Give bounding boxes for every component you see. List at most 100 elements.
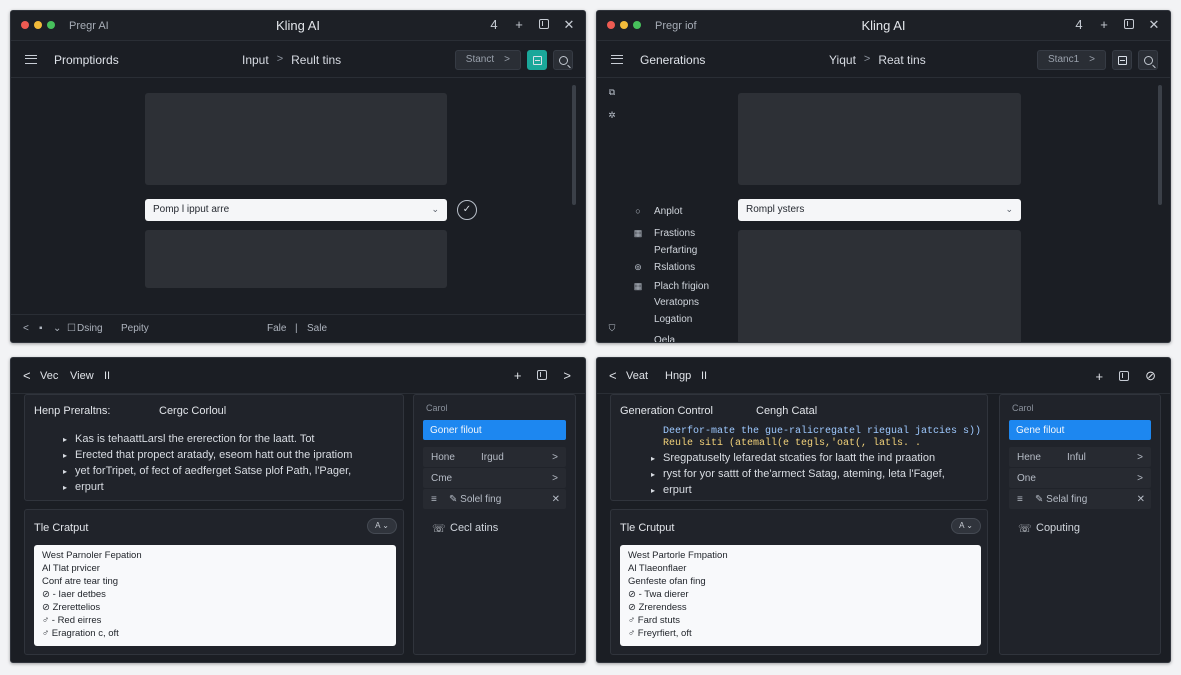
calculations-link[interactable]: Cecl atins [450, 522, 498, 534]
split-view-button[interactable] [538, 17, 550, 31]
control-item-home[interactable]: Hone Irgud > [423, 447, 566, 467]
new-tab-button[interactable]: + [1098, 17, 1110, 31]
breadcrumb-item-results[interactable]: Reat tins [878, 53, 925, 67]
search-button[interactable] [553, 50, 573, 70]
close-icon[interactable]: ✕ [1137, 494, 1145, 505]
tab-count-button[interactable]: 4 [488, 17, 500, 31]
generate-button[interactable]: Goner filout [423, 420, 566, 440]
settings-button[interactable]: ⊘ [1145, 368, 1156, 384]
footer-label-pepity[interactable]: Pepity [121, 323, 149, 334]
menu-item-rslations[interactable]: Rslations [654, 262, 695, 273]
result-placeholder [145, 230, 447, 288]
title-bar: Pregr iof Kling AI 4 + ✕ [597, 11, 1170, 41]
status-dropdown-label: Stanct [465, 54, 495, 65]
control-item-home[interactable]: Hene Inful > [1009, 447, 1151, 467]
control-item-setting[interactable]: ≡ ✎ Selal fing ✕ [1009, 489, 1151, 509]
bullet-line-continued: yet forTripet, of fect of aedferget Sats… [63, 465, 351, 477]
bullet-line: Erected that propect aratady, eseom hatt… [63, 449, 352, 461]
breadcrumb-item-input[interactable]: Input [242, 53, 269, 67]
output-line: ♂ - Red eirres [42, 615, 102, 626]
layout-button[interactable] [1112, 50, 1132, 70]
control-item-setting[interactable]: ≡ ✎ Solel fing ✕ [423, 489, 566, 509]
breadcrumb-item-input[interactable]: Yiqut [829, 53, 856, 67]
menu-item-anplot[interactable]: Anplot [654, 206, 682, 217]
back-chevron-icon[interactable]: < [23, 368, 31, 383]
generate-button[interactable]: Gene filout [1009, 420, 1151, 440]
bullet-line-continued: ryst for yor sattt of the'armect Satag, … [651, 468, 945, 480]
menu-lines-icon: ≡ [431, 494, 437, 505]
close-icon[interactable]: ✕ [552, 494, 560, 505]
preview-placeholder [145, 93, 447, 185]
menu-icon[interactable] [25, 55, 37, 64]
computing-link[interactable]: Coputing [1036, 522, 1080, 534]
layout-icon [532, 55, 542, 65]
checkbox-icon[interactable]: ☐ [67, 323, 76, 334]
scrollbar[interactable] [1158, 85, 1162, 205]
layout-icon [1117, 55, 1127, 65]
circle-icon: ○ [635, 206, 641, 216]
status-dropdown[interactable]: Stanc1 > [1037, 50, 1106, 70]
menu-item-logation[interactable]: Logation [654, 314, 692, 325]
menu-item-frastions[interactable]: Frastions [654, 228, 695, 239]
split-view-button[interactable] [1123, 17, 1135, 31]
item-value: Irgud [481, 452, 504, 463]
nav-bar: Generations Yiqut > Reat tins Stanc1 > [597, 42, 1170, 78]
prompt-input-select[interactable]: Pomp l ipput arre ⌄ [145, 199, 447, 221]
next-button[interactable]: > [563, 368, 571, 383]
layout-button[interactable] [527, 50, 547, 70]
panel-title: Henp Preraltns: [34, 405, 111, 417]
output-line: ⊘ Zrerendess [628, 602, 687, 613]
split-icon [1119, 370, 1130, 381]
chevron-down-icon[interactable]: ⌄ [53, 323, 61, 334]
prompt-input-select[interactable]: Rompl ysters ⌄ [738, 199, 1021, 221]
split-view-button[interactable] [537, 368, 548, 383]
control-item-one[interactable]: One > [1009, 468, 1151, 488]
pause-icon[interactable]: II [701, 370, 707, 382]
status-dropdown[interactable]: Stanct > [454, 50, 521, 70]
footer-label-sale[interactable]: Sale [307, 323, 327, 334]
scrollbar[interactable] [572, 85, 576, 205]
close-window-button[interactable]: ✕ [563, 17, 575, 31]
copy-icon[interactable]: ⧉ [607, 87, 617, 97]
search-button[interactable] [1138, 50, 1158, 70]
menu-item-oela[interactable]: Oela [654, 335, 675, 342]
back-chevron-icon[interactable]: < [609, 368, 617, 383]
menu-item-veratopns[interactable]: Veratopns [654, 297, 699, 308]
nav-title: Promptiords [54, 53, 119, 67]
add-button[interactable]: + [1096, 369, 1104, 384]
chevron-right-icon: > [1137, 452, 1143, 463]
view-label[interactable]: Hngp [665, 370, 691, 382]
view-label[interactable]: View [70, 370, 94, 382]
footer-label-fale[interactable]: Fale [267, 323, 286, 334]
new-tab-button[interactable]: + [513, 17, 525, 31]
output-line: Al Tlat prvicer [42, 563, 100, 574]
pause-icon[interactable]: II [104, 370, 110, 382]
shield-icon[interactable]: ⛉ [607, 323, 617, 333]
trash-icon[interactable]: ▪ [39, 323, 43, 334]
breadcrumb-item-results[interactable]: Reult tins [291, 53, 341, 67]
tab-count-button[interactable]: 4 [1073, 17, 1085, 31]
output-options-dropdown[interactable]: A ⌄ [951, 518, 981, 534]
status-footer: < ▪ ⌄ ☐ Dsing Pepity Fale | Sale [11, 314, 585, 342]
close-window-button[interactable]: ✕ [1148, 17, 1160, 31]
chevron-down-icon: ⌄ [431, 204, 439, 214]
close-icon: ✕ [563, 16, 575, 32]
back-label[interactable]: Veat [626, 370, 648, 382]
settings-icon[interactable]: ✲ [607, 110, 617, 120]
back-label[interactable]: Vec [40, 370, 58, 382]
control-item-cme[interactable]: Cme > [423, 468, 566, 488]
bullet-line: Kas is tehaattLarsl the ererection for t… [63, 433, 314, 445]
item-label: ✎ Solel fing [449, 494, 502, 505]
menu-icon[interactable] [611, 55, 623, 64]
output-options-dropdown[interactable]: A ⌄ [367, 518, 397, 534]
prompt-input-value: Rompl ysters [746, 204, 805, 215]
prompt-panel: Henp Preraltns: Cergc Corloul Kas is teh… [24, 394, 404, 501]
add-button[interactable]: + [514, 368, 522, 383]
menu-item-perfarting[interactable]: Perfarting [654, 245, 697, 256]
menu-item-plach-frigion[interactable]: Plach frigion [654, 281, 709, 292]
split-view-button[interactable] [1119, 369, 1130, 384]
output-card: West Parnoler Fepation Al Tlat prvicer C… [34, 545, 396, 646]
submit-prompt-button[interactable]: ✓ [457, 200, 477, 220]
chevron-right-icon: > [552, 473, 558, 484]
chevron-left-icon[interactable]: < [23, 323, 29, 334]
